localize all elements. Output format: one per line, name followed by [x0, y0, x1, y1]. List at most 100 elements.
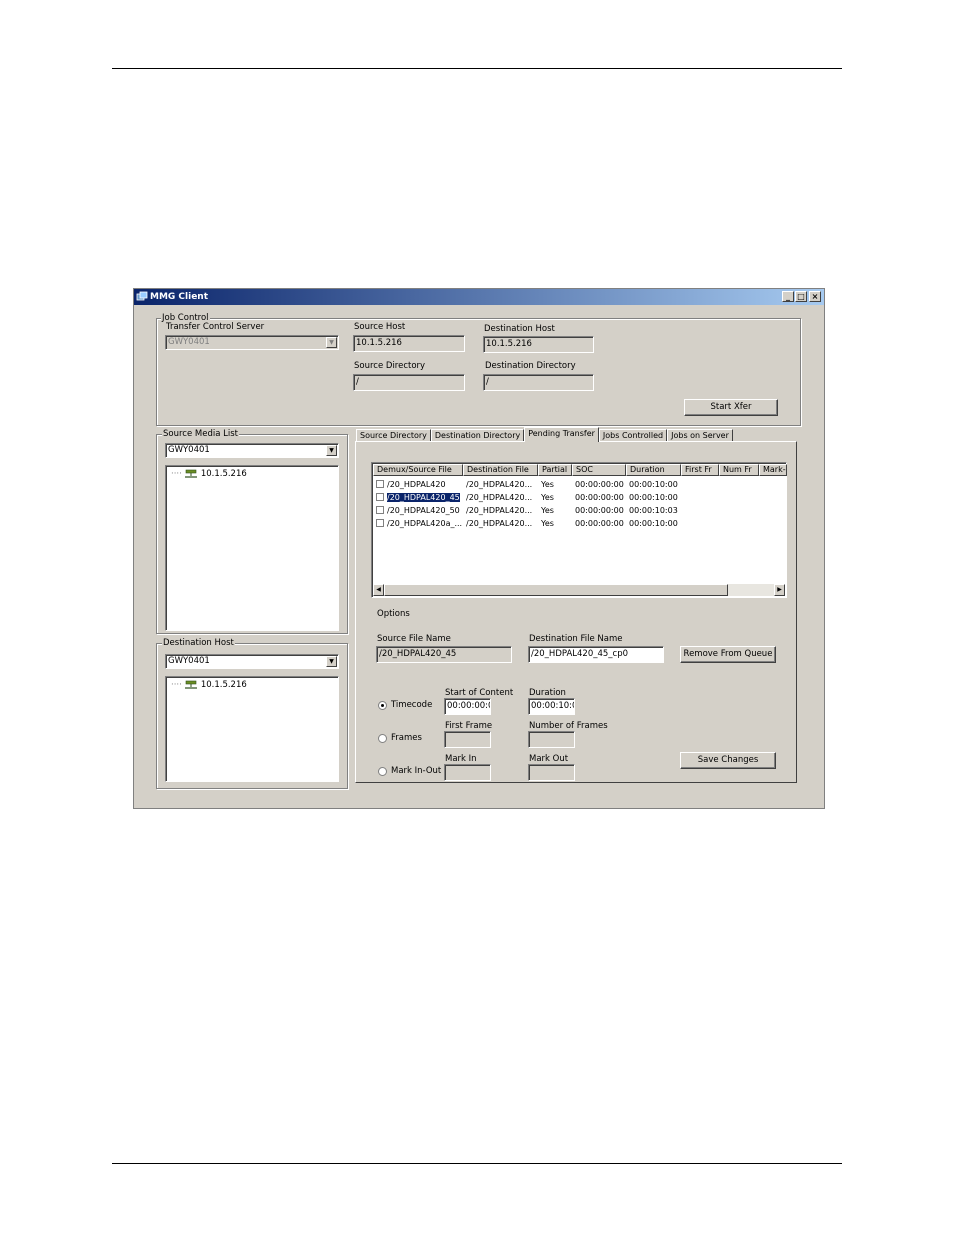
row-checkbox[interactable]: [376, 480, 384, 488]
chevron-down-icon[interactable]: ▼: [326, 445, 337, 456]
timecode-label: Timecode: [391, 700, 433, 710]
source-media-tree[interactable]: ···· 10.1.5.216: [165, 465, 339, 631]
table-cell: [681, 478, 719, 491]
number-of-frames-field[interactable]: [528, 731, 575, 748]
tree-connector: ····: [171, 680, 182, 690]
column-header[interactable]: First Fr: [681, 464, 719, 476]
destination-file-name-field[interactable]: /20_HDPAL420_45_cp0: [528, 646, 664, 663]
source-file-text: /20_HDPAL420: [387, 480, 446, 489]
source-directory-field[interactable]: /: [353, 374, 465, 391]
scroll-left-icon[interactable]: ◀: [373, 584, 384, 596]
start-of-content-field[interactable]: 00:00:00:00: [444, 698, 491, 715]
table-cell: 00:00:00:00: [575, 506, 624, 515]
table-cell: [719, 491, 759, 504]
start-of-content-label: Start of Content: [445, 688, 514, 698]
destination-host-tree[interactable]: ···· 10.1.5.216: [165, 676, 339, 782]
column-header[interactable]: Partial: [538, 464, 572, 476]
table-cell: [759, 504, 787, 517]
duration-label: Duration: [529, 688, 566, 698]
title-bar[interactable]: MMG Client _ □ ×: [134, 289, 824, 305]
table-cell: 00:00:00:00: [575, 519, 624, 528]
table-row[interactable]: /20_HDPAL420_45/20_HDPAL420... Yes 00:00:0…: [373, 491, 787, 504]
mark-in-field[interactable]: [444, 764, 491, 781]
pending-transfer-panel: Demux/Source File Destination File Parti…: [355, 441, 797, 783]
table-cell: [719, 504, 759, 517]
table-cell: /20_HDPAL420: [373, 478, 463, 491]
table-cell: /20_HDPAL420...: [466, 519, 533, 528]
first-frame-field[interactable]: [444, 731, 491, 748]
mark-in-out-label: Mark In-Out: [391, 766, 442, 776]
table-row[interactable]: /20_HDPAL420_50/20_HDPAL420... Yes 00:00:0…: [373, 504, 787, 517]
table-cell: 00:00:10:00: [629, 480, 678, 489]
first-frame-label: First Frame: [445, 721, 493, 731]
mark-out-field[interactable]: [528, 764, 575, 781]
column-header[interactable]: Duration: [626, 464, 681, 476]
minimize-button[interactable]: _: [782, 291, 794, 302]
column-header[interactable]: SOC: [572, 464, 626, 476]
source-media-list-legend: Source Media List: [162, 429, 239, 439]
destination-host-combo[interactable]: GWY0401 ▼: [165, 654, 339, 669]
source-file-name-field[interactable]: /20_HDPAL420_45: [376, 646, 512, 663]
window-title: MMG Client: [150, 292, 209, 302]
pending-transfer-list[interactable]: Demux/Source File Destination File Parti…: [371, 462, 787, 598]
frames-label: Frames: [391, 733, 422, 743]
destination-host-field[interactable]: 10.1.5.216: [483, 336, 594, 353]
header-rule: [112, 68, 842, 69]
table-cell: /20_HDPAL420a_...: [373, 517, 463, 530]
number-of-frames-label: Number of Frames: [529, 721, 608, 731]
footer-rule: [112, 1163, 842, 1164]
table-cell: 00:00:10:00: [629, 519, 678, 528]
table-cell: /20_HDPAL420_50: [373, 504, 463, 517]
row-checkbox[interactable]: [376, 493, 384, 501]
horizontal-scrollbar[interactable]: ◀ ▶: [373, 584, 785, 596]
source-host-field[interactable]: 10.1.5.216: [353, 335, 465, 352]
column-header[interactable]: Num Fr: [719, 464, 759, 476]
source-media-combo[interactable]: GWY0401 ▼: [165, 443, 339, 458]
source-file-text: /20_HDPAL420a_...: [387, 519, 463, 528]
row-checkbox[interactable]: [376, 506, 384, 514]
transfer-control-server-combo[interactable]: GWY0401 ▼: [165, 335, 339, 350]
frames-radio[interactable]: Frames: [378, 733, 422, 743]
scrollbar-thumb[interactable]: [384, 584, 728, 596]
start-xfer-button[interactable]: Start Xfer: [684, 399, 778, 416]
table-cell: [759, 517, 787, 530]
network-host-icon: [184, 680, 198, 690]
destination-directory-field[interactable]: /: [483, 374, 594, 391]
table-cell: /20_HDPAL420_45: [373, 491, 463, 504]
duration-field[interactable]: 00:00:10:00: [528, 698, 575, 715]
tree-item-label: 10.1.5.216: [200, 469, 247, 479]
tree-item-label: 10.1.5.216: [200, 680, 247, 690]
mark-in-out-radio[interactable]: Mark In-Out: [378, 766, 441, 776]
source-directory-label: Source Directory: [354, 361, 426, 371]
tab-pending-transfer[interactable]: Pending Transfer: [524, 427, 599, 442]
tab-strip: Source Directory Destination Directory P…: [356, 427, 733, 442]
destination-host-label: Destination Host: [484, 324, 555, 334]
chevron-down-icon[interactable]: ▼: [326, 337, 337, 348]
tree-item-host[interactable]: ···· 10.1.5.216: [171, 469, 247, 479]
transfer-control-server-value: GWY0401: [168, 337, 210, 347]
tree-item-host[interactable]: ···· 10.1.5.216: [171, 680, 247, 690]
source-media-combo-value: GWY0401: [168, 445, 210, 455]
row-checkbox[interactable]: [376, 519, 384, 527]
column-header[interactable]: Demux/Source File: [373, 464, 463, 476]
table-cell: [681, 504, 719, 517]
remove-from-queue-button[interactable]: Remove From Queue: [680, 646, 776, 663]
column-header[interactable]: Mark-I: [759, 464, 787, 476]
close-button[interactable]: ×: [809, 291, 821, 302]
table-cell: [759, 478, 787, 491]
table-cell: 00:00:10:03: [629, 506, 678, 515]
source-file-name-label: Source File Name: [377, 634, 451, 644]
table-cell: [719, 478, 759, 491]
scroll-right-icon[interactable]: ▶: [774, 584, 785, 596]
table-cell: 00:00:00:00: [575, 480, 624, 489]
app-icon: [136, 291, 148, 303]
table-cell: [681, 491, 719, 504]
table-row[interactable]: /20_HDPAL420/20_HDPAL420... Yes 00:00:00:0…: [373, 478, 787, 491]
timecode-radio[interactable]: Timecode: [378, 700, 432, 710]
column-header[interactable]: Destination File: [463, 464, 538, 476]
save-changes-button[interactable]: Save Changes: [680, 752, 776, 769]
table-row[interactable]: /20_HDPAL420a_.../20_HDPAL420... Yes 00:00…: [373, 517, 787, 530]
chevron-down-icon[interactable]: ▼: [326, 656, 337, 667]
maximize-button[interactable]: □: [795, 291, 807, 302]
list-header: Demux/Source File Destination File Parti…: [373, 464, 787, 476]
